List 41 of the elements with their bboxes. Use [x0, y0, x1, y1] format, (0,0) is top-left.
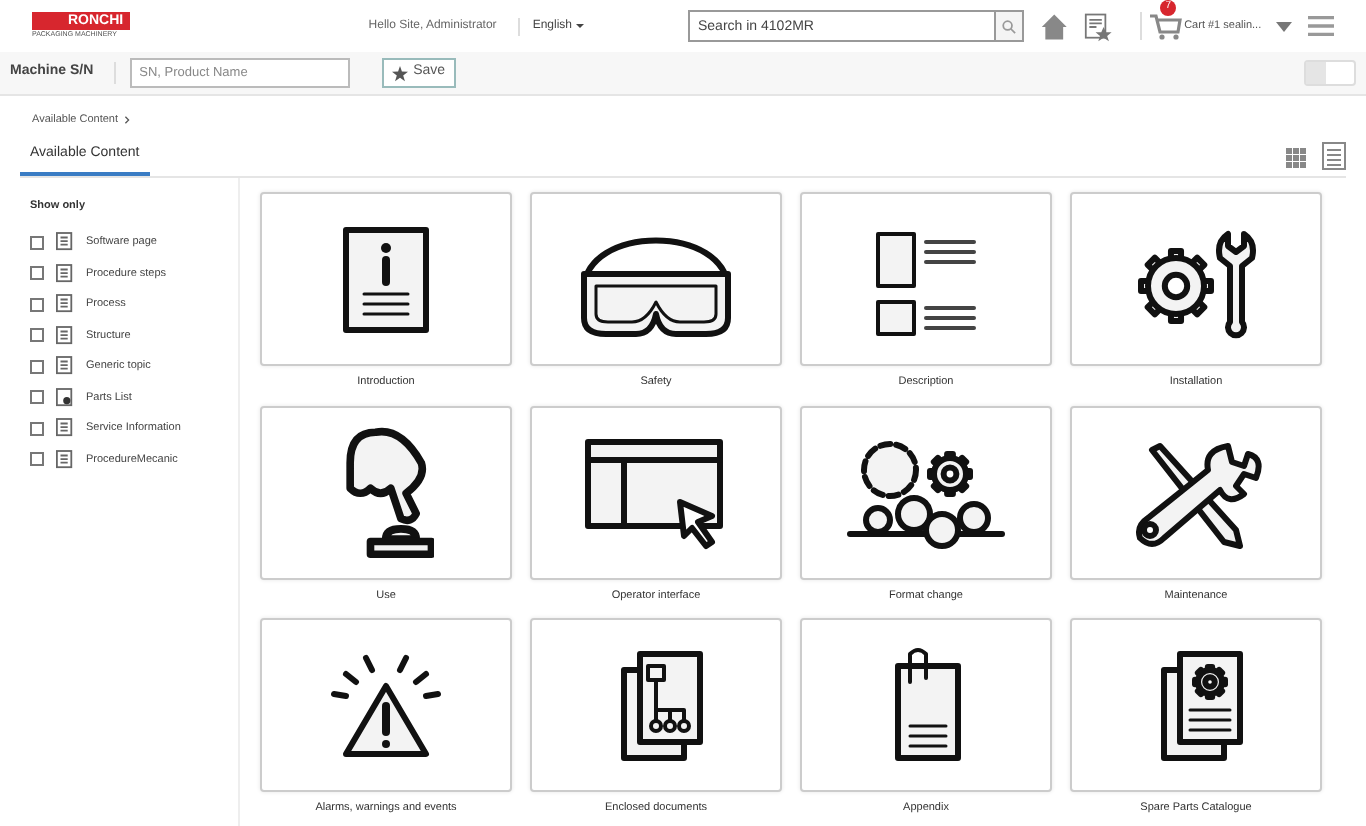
page-icon — [56, 356, 74, 377]
starred-document-icon[interactable] — [1083, 9, 1113, 43]
star-icon — [391, 65, 408, 81]
caret-icon — [576, 24, 584, 28]
menu-icon[interactable] — [1307, 14, 1335, 38]
page-icon — [56, 232, 74, 253]
content-card[interactable] — [530, 192, 782, 367]
content-card[interactable] — [260, 192, 512, 367]
checkbox[interactable] — [30, 266, 44, 281]
search-button[interactable] — [993, 10, 1024, 42]
checkbox[interactable] — [30, 297, 44, 312]
search-icon — [1001, 19, 1016, 33]
content-card[interactable] — [530, 405, 782, 579]
page-icon — [56, 418, 74, 439]
content-card[interactable] — [260, 617, 512, 792]
home-icon[interactable] — [1039, 9, 1068, 43]
page-icon — [56, 263, 74, 284]
grid-view-icon[interactable] — [1286, 148, 1306, 169]
checkbox[interactable] — [30, 390, 44, 405]
list-view-icon[interactable] — [1322, 142, 1346, 171]
content-card[interactable] — [1070, 192, 1322, 367]
caret-icon[interactable] — [1275, 21, 1292, 31]
content-card[interactable] — [800, 192, 1052, 367]
checkbox[interactable] — [30, 421, 44, 436]
content-card[interactable] — [1070, 617, 1322, 792]
content-card[interactable] — [260, 405, 512, 579]
chevron-icon — [124, 116, 131, 125]
checkbox[interactable] — [30, 328, 44, 343]
page-icon — [56, 325, 74, 346]
page-icon — [56, 294, 74, 315]
checkbox[interactable] — [30, 452, 44, 467]
checkbox[interactable] — [30, 235, 44, 250]
view-toggle[interactable] — [1304, 60, 1356, 86]
content-card[interactable] — [800, 405, 1052, 579]
content-card[interactable] — [800, 617, 1052, 792]
parts-list-icon — [56, 387, 74, 408]
page-icon — [56, 449, 74, 470]
content-card[interactable] — [530, 617, 782, 792]
content-card[interactable] — [1070, 405, 1322, 579]
checkbox[interactable] — [30, 359, 44, 374]
cart-icon[interactable] — [1150, 12, 1183, 40]
